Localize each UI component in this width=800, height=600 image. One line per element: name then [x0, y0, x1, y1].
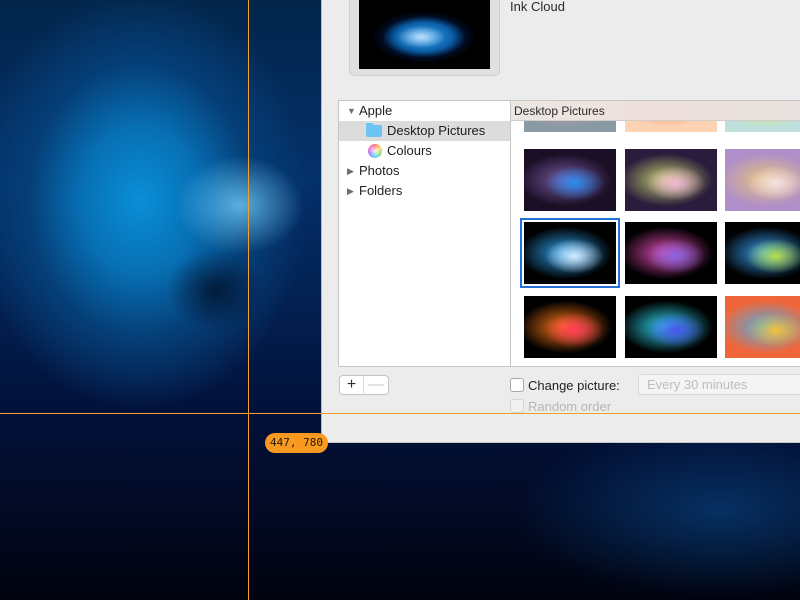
wallpaper-thumbnail[interactable] — [625, 296, 717, 358]
source-item-label: Photos — [359, 163, 400, 178]
coordinate-readout: 447, 780 — [265, 433, 328, 453]
current-wallpaper-name: Ink Cloud — [510, 0, 565, 14]
wallpaper-grid[interactable]: Desktop Pictures — [510, 100, 800, 367]
random-order-checkbox[interactable] — [510, 399, 524, 413]
remove-folder-button[interactable]: — — [364, 376, 388, 394]
wallpaper-thumbnail[interactable] — [524, 149, 616, 211]
source-item-label: Colours — [387, 143, 432, 158]
current-wallpaper-image — [359, 0, 490, 69]
source-item-desktop-pictures[interactable]: Desktop Pictures — [339, 121, 511, 141]
source-item-folders[interactable]: ▶ Folders — [339, 181, 511, 201]
grid-header: Desktop Pictures — [511, 101, 800, 121]
add-folder-button[interactable]: + — [340, 376, 364, 394]
crosshair-vertical-line — [248, 0, 249, 600]
disclosure-triangle-right-icon[interactable]: ▶ — [347, 161, 357, 181]
change-picture-checkbox[interactable] — [510, 378, 524, 392]
folder-icon — [366, 123, 382, 137]
crosshair-horizontal-line — [0, 413, 800, 414]
source-item-label: Desktop Pictures — [387, 123, 486, 138]
disclosure-triangle-down-icon[interactable]: ▼ — [347, 101, 357, 121]
desktop-preferences-window: Ink Cloud ▼ Apple Desktop Pictures Colou… — [321, 0, 800, 443]
wallpaper-thumbnail[interactable] — [625, 222, 717, 284]
colour-wheel-icon — [368, 144, 382, 158]
change-interval-select[interactable]: Every 30 minutes — [638, 374, 800, 395]
change-picture-label: Change picture: — [528, 378, 620, 393]
add-remove-control: + — — [339, 375, 389, 395]
source-item-apple[interactable]: ▼ Apple — [339, 101, 511, 121]
current-wallpaper-preview — [349, 0, 500, 76]
wallpaper-thumbnail[interactable] — [625, 149, 717, 211]
source-list: ▼ Apple Desktop Pictures Colours ▶ Photo… — [338, 100, 512, 367]
wallpaper-thumbnail[interactable] — [524, 296, 616, 358]
wallpaper-thumbnail[interactable] — [725, 296, 800, 358]
wallpaper-thumbnail[interactable] — [520, 218, 620, 288]
wallpaper-thumbnail[interactable] — [725, 222, 800, 284]
source-item-label: Folders — [359, 183, 403, 198]
source-item-colours[interactable]: Colours — [339, 141, 511, 161]
disclosure-triangle-right-icon[interactable]: ▶ — [347, 181, 357, 201]
wallpaper-thumbnail[interactable] — [725, 149, 800, 211]
random-order-label: Random order — [528, 399, 612, 414]
source-item-photos[interactable]: ▶ Photos — [339, 161, 511, 181]
source-item-label: Apple — [359, 103, 393, 118]
